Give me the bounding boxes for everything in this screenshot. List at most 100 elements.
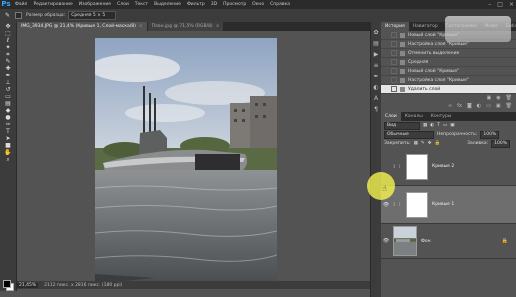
menu-window[interactable]: Окно — [249, 2, 267, 7]
menu-view[interactable]: Просмотр — [220, 2, 249, 7]
zoom-tool-icon[interactable]: ⌕ — [4, 157, 13, 163]
layer-name[interactable]: Кривые 1 — [432, 202, 454, 207]
history-source-box[interactable] — [391, 68, 397, 74]
document-tab-label: IMG_3934.JPG @ 21,4% (Кривые 1, Слой-мас… — [21, 24, 136, 29]
lock-all-icon[interactable]: 🔒 — [434, 141, 440, 146]
zoom-level-field[interactable]: 21,45% — [17, 282, 39, 288]
history-item-label: Средняя — [408, 59, 429, 65]
history-source-box[interactable] — [391, 41, 397, 47]
tool-preset-picker[interactable] — [15, 12, 22, 19]
history-item[interactable]: Отменить выделение — [381, 49, 516, 58]
link-icon[interactable]: ⁞ — [399, 164, 403, 170]
fill-label: Заливка: — [467, 141, 489, 146]
blend-mode-select[interactable]: Обычные — [384, 130, 434, 139]
fx-icon[interactable]: fx — [457, 103, 462, 109]
history-source-box[interactable] — [391, 32, 397, 38]
tab-history[interactable]: История — [381, 22, 409, 31]
history-item[interactable]: Настройка слоя "Кривые" — [381, 76, 516, 85]
close-tab-icon[interactable]: × — [216, 24, 220, 29]
properties-panel-icon[interactable]: ≡ — [373, 63, 379, 69]
layer-name[interactable]: Кривые 2 — [432, 164, 454, 169]
adjustment-layer-icon[interactable]: ◐ — [477, 103, 481, 109]
document-image[interactable] — [95, 38, 277, 281]
history-state-icon — [400, 32, 405, 38]
history-source-box[interactable] — [391, 59, 397, 65]
smart-filter-icon[interactable]: ▣ — [450, 123, 454, 128]
eyedropper-tool-icon[interactable]: ✎ — [3, 12, 12, 19]
brush-panel-icon[interactable]: ✒ — [373, 74, 379, 80]
menu-file[interactable]: Файл — [12, 2, 30, 7]
layer-row[interactable]: 👁 ⌇ ⁞ Кривые 1 — [381, 186, 516, 224]
close-tab-icon[interactable]: × — [139, 24, 143, 29]
layer-mask-thumbnail[interactable] — [406, 153, 428, 180]
visibility-eye-icon[interactable]: 👁 — [381, 238, 391, 244]
new-layer-icon[interactable]: ▣ — [496, 103, 501, 109]
history-source-box[interactable] — [391, 86, 397, 92]
actions-panel-icon[interactable]: ▶ — [373, 52, 379, 58]
history-source-box[interactable] — [391, 77, 397, 83]
adjustments-panel-icon[interactable]: ◐ — [373, 85, 379, 91]
status-bar: 21,45% 2112 пикс. x 2816 пикс. (180 ppi) — [17, 281, 370, 289]
trash-icon[interactable]: 🗑 — [506, 103, 512, 109]
image-filter-icon[interactable]: ▦ — [423, 123, 427, 128]
menu-select[interactable]: Выделение — [151, 2, 184, 7]
history-panel-icon[interactable]: ▤ — [373, 41, 379, 47]
layers-panel-tabs: Слои Каналы Контуры — [381, 112, 516, 121]
layer-thumbnail[interactable] — [393, 226, 417, 256]
visibility-eye-icon[interactable]: 👁 — [381, 202, 391, 208]
channel-watermark-badge — [445, 16, 511, 42]
menu-edit[interactable]: Редактирование — [30, 2, 75, 7]
menu-help[interactable]: Справка — [267, 2, 293, 7]
history-state-icon — [400, 41, 405, 47]
paragraph-panel-icon[interactable]: ¶ — [373, 107, 379, 113]
link-icon[interactable]: ⁞ — [399, 202, 403, 208]
minimize-icon[interactable]: – — [488, 0, 491, 9]
history-item[interactable]: Удалить слой — [381, 85, 516, 94]
layer-mask-thumbnail[interactable] — [406, 191, 428, 218]
lock-position-icon[interactable]: ✥ — [428, 141, 432, 146]
foreground-color-swatch[interactable] — [3, 280, 11, 288]
lock-paint-icon[interactable]: ✎ — [421, 141, 425, 146]
type-filter-icon[interactable]: T — [437, 123, 440, 128]
link-icon[interactable]: ∞ — [448, 103, 452, 109]
fill-field[interactable]: 100% — [491, 139, 511, 148]
group-icon[interactable]: ▭ — [486, 103, 491, 109]
layer-row[interactable]: 👁 Фон 🔒 — [381, 224, 516, 259]
lock-icon: 🔒 — [501, 238, 508, 244]
layer-row[interactable]: ⌇ ⁞ Кривые 2 — [381, 148, 516, 186]
layer-name[interactable]: Фон — [421, 239, 431, 244]
tab-channels[interactable]: Каналы — [401, 112, 427, 121]
menu-filter[interactable]: Фильтр — [184, 2, 208, 7]
document-tab[interactable]: IMG_3934.JPG @ 21,4% (Кривые 1, Слой-мас… — [17, 22, 147, 31]
lock-pixels-icon[interactable]: ▦ — [414, 141, 418, 146]
close-icon[interactable]: × — [509, 0, 514, 9]
layer-kind-select[interactable]: Вид — [384, 121, 420, 130]
mask-icon[interactable]: ◙ — [467, 103, 472, 109]
adjustment-filter-icon[interactable]: ◐ — [430, 123, 434, 128]
opacity-field[interactable]: 100% — [480, 130, 500, 139]
history-item-label: Настройка слоя "Кривые" — [408, 77, 470, 83]
type-panel-icon[interactable]: A — [373, 96, 379, 102]
history-state-icon — [400, 86, 405, 92]
trash-icon[interactable]: 🗑 — [506, 95, 512, 101]
menu-text[interactable]: Текст — [132, 2, 151, 7]
color-panel-icon[interactable]: ✿ — [373, 30, 379, 36]
new-document-icon[interactable]: ▣ — [487, 95, 492, 101]
tab-layers[interactable]: Слои — [381, 112, 401, 121]
history-item[interactable]: Новый слой "Кривые" — [381, 67, 516, 76]
curves-adjustment-icon: ⌇ — [393, 163, 396, 170]
history-source-box[interactable] — [391, 50, 397, 56]
tab-navigator[interactable]: Навигатор — [409, 22, 442, 31]
shape-filter-icon[interactable]: ▭ — [443, 123, 447, 128]
tab-paths[interactable]: Контуры — [427, 112, 456, 121]
history-item[interactable]: Средняя — [381, 58, 516, 67]
menu-3d[interactable]: 3D — [208, 2, 220, 7]
menu-layers[interactable]: Слои — [114, 2, 132, 7]
document-info: 2112 пикс. x 2816 пикс. (180 ppi) — [44, 282, 123, 288]
snapshot-icon[interactable]: ◉ — [496, 95, 500, 101]
document-tab[interactable]: План.jpg @ 71,5% (RGB/8) × — [147, 22, 224, 31]
canvas-area[interactable] — [17, 31, 370, 281]
maximize-icon[interactable]: □ — [497, 0, 503, 9]
menu-image[interactable]: Изображение — [76, 2, 114, 7]
sample-size-select[interactable]: Средняя 5 × 5 — [68, 11, 117, 20]
